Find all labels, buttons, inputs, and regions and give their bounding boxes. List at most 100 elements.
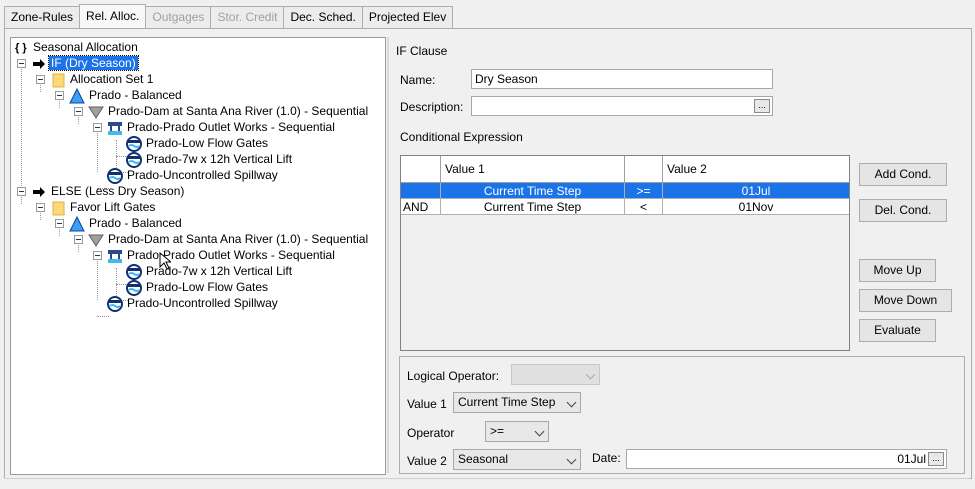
folder-icon (50, 72, 66, 88)
date-field[interactable]: 01Jul (626, 449, 947, 469)
name-label: Name: (400, 73, 436, 87)
allocation-tree[interactable]: { } Seasonal Allocation IF (Dry Season) A… (10, 37, 386, 475)
description-field[interactable] (471, 96, 773, 116)
table-cell[interactable]: Current Time Step (441, 183, 625, 199)
tree-node-label: Prado-Dam at Santa Ana River (1.0) - Seq… (108, 232, 369, 246)
dam-icon (88, 104, 104, 120)
logical-operator-label: Logical Operator: (407, 369, 500, 383)
tree-node-label: Prado-7w x 12h Vertical Lift (146, 152, 293, 166)
tree-node-label: Allocation Set 1 (70, 72, 154, 86)
delete-condition-button[interactable]: Del. Cond. (859, 199, 947, 222)
value1-label: Value 1 (407, 397, 447, 411)
date-ellipsis-button[interactable]: ... (928, 452, 944, 466)
value2-select[interactable]: Seasonal (453, 449, 581, 470)
tree-node-outlet[interactable]: Prado-Uncontrolled Spillway (107, 295, 280, 312)
move-down-button[interactable]: Move Down (859, 289, 952, 312)
outlet-works-icon (107, 248, 123, 264)
tree-node-outlet[interactable]: Prado-Low Flow Gates (126, 279, 270, 296)
tree-node-reservoir[interactable]: Prado - Balanced (69, 215, 184, 232)
gate-icon (126, 135, 142, 152)
value1-value: Current Time Step (458, 395, 556, 409)
collapse-toggle-icon[interactable] (55, 91, 64, 100)
braces-icon: { } (15, 41, 27, 54)
table-cell[interactable]: 01Nov (663, 199, 849, 215)
tab-dec-sched[interactable]: Dec. Sched. (283, 6, 363, 28)
tree-node-dam[interactable]: Prado-Dam at Santa Ana River (1.0) - Seq… (88, 103, 370, 119)
collapse-toggle-icon[interactable] (74, 107, 83, 116)
tree-node-label: Prado-Uncontrolled Spillway (127, 168, 278, 182)
table-cell[interactable]: 01Jul (663, 183, 849, 199)
collapse-toggle-icon[interactable] (17, 187, 26, 196)
tree-node-label: IF (Dry Season) (48, 55, 139, 71)
tree-node-label: Prado-Dam at Santa Ana River (1.0) - Seq… (108, 104, 369, 118)
table-cell[interactable]: >= (625, 183, 663, 199)
collapse-toggle-icon[interactable] (93, 123, 102, 132)
value2-value: Seasonal (458, 452, 509, 466)
tab-zone-rules[interactable]: Zone-Rules (4, 6, 81, 28)
evaluate-button[interactable]: Evaluate (859, 319, 936, 342)
conditions-table[interactable]: Value 1 Value 2 Current Time Step >= 01J… (400, 155, 850, 351)
folder-icon (50, 200, 66, 216)
tree-node-outlet[interactable]: Prado-7w x 12h Vertical Lift (126, 151, 294, 168)
add-condition-button[interactable]: Add Cond. (859, 163, 947, 186)
description-ellipsis-button[interactable]: ... (754, 99, 770, 113)
name-field[interactable]: Dry Season (471, 69, 773, 89)
operator-select[interactable]: >= (485, 421, 549, 442)
tree-node-outlet[interactable]: Prado-Low Flow Gates (126, 135, 270, 152)
move-up-button[interactable]: Move Up (859, 259, 936, 282)
chevron-down-icon (566, 454, 577, 465)
value2-label: Value 2 (407, 454, 447, 468)
tree-node-allocation-set[interactable]: Allocation Set 1 (50, 71, 155, 88)
tree-node-dam[interactable]: Prado-Dam at Santa Ana River (1.0) - Seq… (88, 231, 370, 247)
gate-icon (107, 167, 123, 184)
tab-rel-alloc[interactable]: Rel. Alloc. (79, 4, 147, 28)
tree-node-if-clause[interactable]: IF (Dry Season) (31, 55, 139, 72)
table-header[interactable] (401, 156, 441, 183)
tree-node-label: Favor Lift Gates (70, 200, 156, 214)
table-cell[interactable]: Current Time Step (441, 199, 625, 215)
arrow-right-icon (31, 56, 47, 72)
tab-projected-elev[interactable]: Projected Elev (361, 6, 454, 28)
value1-select[interactable]: Current Time Step (453, 392, 581, 413)
tree-node-label: Prado-Low Flow Gates (146, 136, 269, 150)
table-header[interactable] (625, 156, 663, 183)
outlet-works-icon (107, 120, 123, 136)
tree-node-label: Seasonal Allocation (33, 40, 138, 54)
table-header[interactable]: Value 2 (663, 156, 849, 183)
tab-stor-credit[interactable]: Stor. Credit (210, 6, 285, 28)
gate-icon (126, 279, 142, 296)
tree-node-root[interactable]: { } Seasonal Allocation (15, 39, 140, 55)
date-label: Date: (592, 451, 621, 465)
bottom-divider (4, 478, 970, 479)
tab-outgages[interactable]: Outgages (145, 6, 212, 28)
tree-node-else-clause[interactable]: ELSE (Less Dry Season) (31, 183, 186, 199)
triangle-reservoir-icon (69, 215, 85, 232)
tab-bar: Zone-Rules Rel. Alloc. Outgages Stor. Cr… (4, 4, 454, 28)
collapse-toggle-icon[interactable] (36, 203, 45, 212)
logical-operator-select[interactable] (511, 364, 600, 385)
tree-node-label: Prado - Balanced (89, 216, 182, 230)
tree-node-outlet-works[interactable]: Prado-Prado Outlet Works - Sequential (107, 119, 337, 135)
collapse-toggle-icon[interactable] (55, 219, 64, 228)
collapse-toggle-icon[interactable] (93, 251, 102, 260)
collapse-toggle-icon[interactable] (36, 75, 45, 84)
tree-node-label: Prado-Uncontrolled Spillway (127, 296, 278, 310)
panel-splitter[interactable] (387, 37, 389, 473)
table-cell[interactable]: < (625, 199, 663, 215)
table-cell[interactable] (401, 183, 441, 199)
dam-icon (88, 232, 104, 248)
tree-node-allocation-set[interactable]: Favor Lift Gates (50, 199, 157, 216)
conditional-expression-title: Conditional Expression (400, 130, 523, 144)
operator-label: Operator (407, 426, 455, 440)
tree-node-reservoir[interactable]: Prado - Balanced (69, 87, 184, 104)
chevron-down-icon (566, 397, 577, 408)
tree-node-outlet[interactable]: Prado-7w x 12h Vertical Lift (126, 263, 294, 280)
tree-node-outlet[interactable]: Prado-Uncontrolled Spillway (107, 167, 280, 184)
tree-node-label: Prado-Prado Outlet Works - Sequential (127, 248, 335, 262)
collapse-toggle-icon[interactable] (17, 59, 26, 68)
table-header[interactable]: Value 1 (441, 156, 625, 183)
table-cell[interactable]: AND (401, 199, 441, 215)
collapse-toggle-icon[interactable] (74, 235, 83, 244)
tree-node-outlet-works[interactable]: Prado-Prado Outlet Works - Sequential (107, 247, 337, 263)
chevron-down-icon (534, 426, 545, 437)
